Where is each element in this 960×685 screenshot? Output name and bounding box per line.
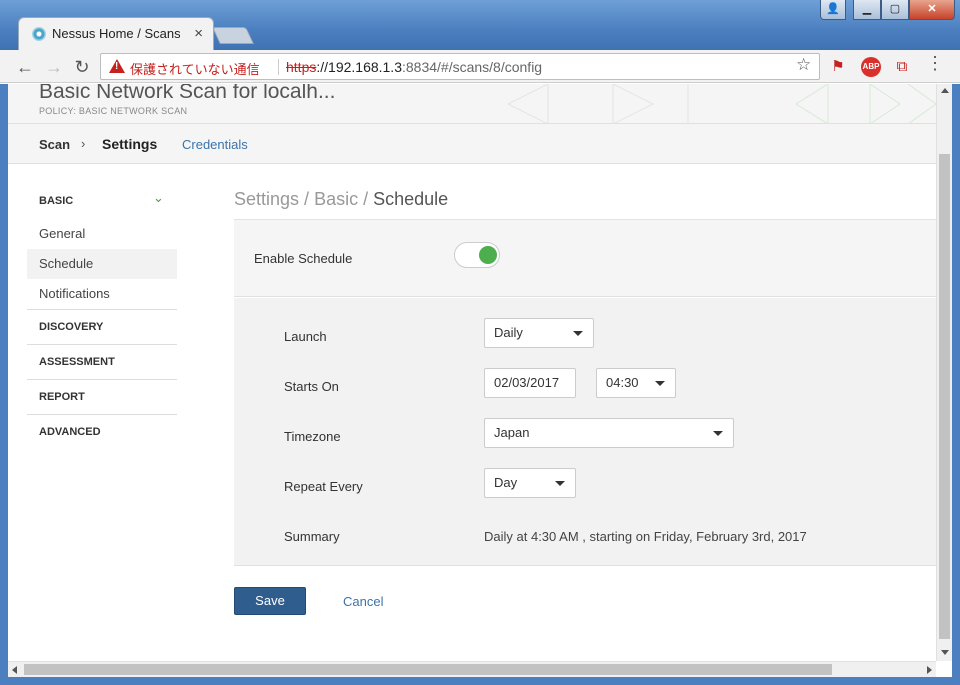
nessus-favicon-icon bbox=[32, 27, 46, 41]
browser-menu-icon[interactable]: ⋮ bbox=[925, 53, 945, 74]
start-date-value: 02/03/2017 bbox=[494, 375, 560, 390]
vertical-scroll-thumb[interactable] bbox=[939, 154, 950, 639]
scroll-up-arrow-icon[interactable] bbox=[941, 88, 949, 93]
crumb-separator: / bbox=[358, 189, 374, 209]
timezone-value: Japan bbox=[494, 425, 530, 440]
extension-icon[interactable]: ⚑ bbox=[828, 57, 848, 77]
page-title: Basic Network Scan for localh... bbox=[39, 84, 336, 103]
forward-arrow-icon[interactable]: → bbox=[42, 55, 66, 79]
repeat-every-select[interactable]: Day bbox=[484, 468, 576, 498]
url-scheme: https bbox=[286, 59, 317, 75]
pdf-extension-icon[interactable]: ⧉ bbox=[892, 57, 912, 77]
close-window-button[interactable]: ✕ bbox=[909, 0, 955, 20]
enable-schedule-toggle[interactable] bbox=[454, 242, 500, 268]
new-tab-button[interactable] bbox=[212, 27, 254, 44]
breadcrumb-scan[interactable]: Scan bbox=[39, 137, 70, 152]
scan-header: Basic Network Scan for localh... POLICY:… bbox=[8, 84, 936, 124]
crumb-schedule: Schedule bbox=[373, 189, 449, 209]
adblock-extension-icon[interactable]: ABP bbox=[861, 57, 881, 77]
chevron-right-icon: › bbox=[81, 136, 86, 151]
window-frame-bottom bbox=[0, 677, 960, 685]
timezone-select[interactable]: Japan bbox=[484, 418, 734, 448]
back-arrow-icon[interactable]: ← bbox=[13, 55, 37, 79]
window-frame-left bbox=[0, 84, 8, 685]
repeat-every-label: Repeat Every bbox=[284, 479, 363, 494]
launch-value: Daily bbox=[494, 325, 523, 340]
sidebar-item-report[interactable]: REPORT bbox=[27, 379, 177, 414]
address-divider bbox=[278, 59, 279, 75]
chevron-down-icon[interactable]: ⌄ bbox=[153, 190, 164, 206]
horizontal-scroll-thumb[interactable] bbox=[24, 664, 832, 675]
reload-icon[interactable]: ↻ bbox=[70, 55, 94, 79]
url-text[interactable]: https://192.168.1.3:8834/#/scans/8/confi… bbox=[286, 59, 542, 75]
sidebar-item-general[interactable]: General bbox=[27, 219, 177, 249]
browser-toolbar: ← → ↻ 保護されていない通信 https://192.168.1.3:883… bbox=[0, 50, 960, 83]
enable-schedule-label: Enable Schedule bbox=[254, 251, 353, 266]
chevron-down-icon bbox=[713, 431, 723, 436]
launch-label: Launch bbox=[284, 329, 327, 344]
crumb-settings: Settings bbox=[234, 189, 300, 209]
sidebar-item-advanced[interactable]: ADVANCED bbox=[27, 414, 177, 449]
chevron-down-icon bbox=[555, 481, 565, 486]
vertical-scrollbar[interactable] bbox=[936, 84, 952, 661]
sidebar-item-notifications[interactable]: Notifications bbox=[27, 279, 177, 309]
enable-schedule-row: Enable Schedule bbox=[234, 220, 936, 297]
chevron-down-icon bbox=[655, 381, 665, 386]
chevron-down-icon bbox=[573, 331, 583, 336]
user-profile-icon[interactable]: 👤 bbox=[820, 0, 846, 20]
content-breadcrumb: Settings / Basic / Schedule bbox=[234, 189, 448, 210]
launch-select[interactable]: Daily bbox=[484, 318, 594, 348]
bookmark-star-icon[interactable]: ☆ bbox=[796, 55, 811, 75]
scroll-down-arrow-icon[interactable] bbox=[941, 650, 949, 655]
save-button[interactable]: Save bbox=[234, 587, 306, 615]
scroll-right-arrow-icon[interactable] bbox=[927, 666, 932, 674]
start-date-input[interactable]: 02/03/2017 bbox=[484, 368, 576, 398]
starts-on-label: Starts On bbox=[284, 379, 339, 394]
repeat-every-value: Day bbox=[494, 475, 518, 490]
toggle-knob bbox=[479, 246, 497, 264]
tab-title: Nessus Home / Scans bbox=[52, 26, 180, 41]
sidebar-basic-heading[interactable]: BASIC bbox=[39, 195, 73, 207]
url-host: ://192.168.1.3 bbox=[316, 59, 402, 75]
close-tab-icon[interactable]: × bbox=[194, 25, 203, 42]
sidebar-item-assessment[interactable]: ASSESSMENT bbox=[27, 344, 177, 379]
warning-triangle-icon bbox=[109, 59, 125, 73]
minimize-window-button[interactable]: ▁ bbox=[853, 0, 881, 20]
horizontal-scrollbar[interactable] bbox=[8, 661, 936, 677]
start-time-value: 04:30 bbox=[606, 375, 639, 390]
scroll-left-arrow-icon[interactable] bbox=[12, 666, 17, 674]
policy-label: POLICY: BASIC NETWORK SCAN bbox=[39, 106, 188, 116]
tab-settings[interactable]: Settings bbox=[102, 136, 157, 152]
security-status[interactable]: 保護されていない通信 bbox=[130, 59, 260, 78]
browser-titlebar: Nessus Home / Scans × 👤 ▁ ▢ ✕ bbox=[0, 0, 960, 50]
crumb-basic: Basic bbox=[314, 189, 359, 209]
sidebar-item-discovery[interactable]: DISCOVERY bbox=[27, 309, 177, 344]
page-viewport: Basic Network Scan for localh... POLICY:… bbox=[8, 84, 936, 661]
crumb-separator: / bbox=[299, 189, 315, 209]
schedule-summary: Daily at 4:30 AM , starting on Friday, F… bbox=[484, 529, 807, 544]
start-time-select[interactable]: 04:30 bbox=[596, 368, 676, 398]
timezone-label: Timezone bbox=[284, 429, 341, 444]
settings-subnav: Scan › Settings Credentials bbox=[8, 124, 936, 164]
window-frame-right bbox=[952, 84, 960, 685]
summary-label: Summary bbox=[284, 529, 340, 544]
url-path: :8834/#/scans/8/config bbox=[402, 59, 543, 75]
tab-credentials[interactable]: Credentials bbox=[182, 137, 248, 152]
sidebar-item-schedule[interactable]: Schedule bbox=[27, 249, 177, 279]
header-decoration bbox=[508, 84, 936, 123]
schedule-panel: Launch Daily Starts On 02/03/2017 04:30 … bbox=[234, 298, 936, 566]
cancel-link[interactable]: Cancel bbox=[343, 594, 383, 609]
maximize-window-button[interactable]: ▢ bbox=[881, 0, 909, 20]
address-bar[interactable]: 保護されていない通信 https://192.168.1.3:8834/#/sc… bbox=[100, 53, 820, 80]
browser-tab[interactable]: Nessus Home / Scans × bbox=[18, 17, 214, 50]
